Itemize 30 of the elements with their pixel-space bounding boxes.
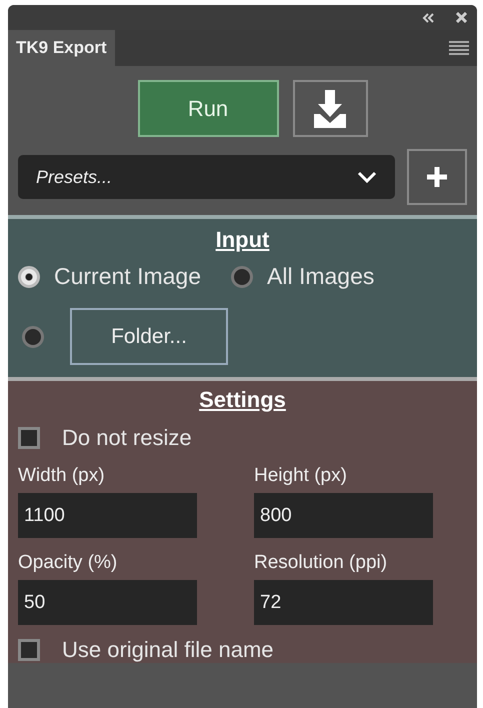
radio-button[interactable] — [231, 266, 254, 288]
field-label: Resolution (ppi) — [254, 552, 388, 574]
checkbox[interactable] — [18, 639, 40, 661]
radio-label: All Images — [267, 263, 374, 290]
radio-button[interactable] — [22, 326, 44, 348]
input-field[interactable]: 72 — [254, 580, 433, 625]
folder-button[interactable]: Folder... — [70, 308, 228, 365]
plus-icon — [425, 165, 449, 189]
presets-dropdown[interactable]: Presets... — [18, 155, 395, 199]
radio-button[interactable] — [18, 266, 40, 288]
section-title: Input — [216, 227, 270, 253]
field-label: Height (px) — [254, 465, 348, 487]
checkbox-label: Use original file name — [62, 637, 274, 663]
checkbox-label: Do not resize — [62, 425, 192, 451]
chevron-down-icon — [357, 171, 377, 183]
collapse-icon[interactable] — [422, 12, 434, 22]
section-title: Settings — [199, 387, 286, 413]
add-preset-button[interactable] — [407, 149, 467, 205]
panel-tab[interactable]: TK9 Export — [8, 30, 115, 66]
input-field[interactable]: 800 — [254, 493, 433, 538]
download-button[interactable] — [292, 80, 368, 137]
input-field[interactable]: 50 — [18, 580, 197, 625]
close-icon[interactable] — [456, 12, 467, 23]
menu-icon[interactable] — [449, 40, 469, 56]
input-field[interactable]: 1100 — [18, 493, 197, 538]
field-label: Width (px) — [18, 465, 106, 487]
run-button[interactable]: Run — [138, 80, 278, 137]
field-label: Opacity (%) — [18, 552, 118, 574]
checkbox[interactable] — [18, 427, 40, 449]
radio-label: Current Image — [54, 263, 202, 290]
